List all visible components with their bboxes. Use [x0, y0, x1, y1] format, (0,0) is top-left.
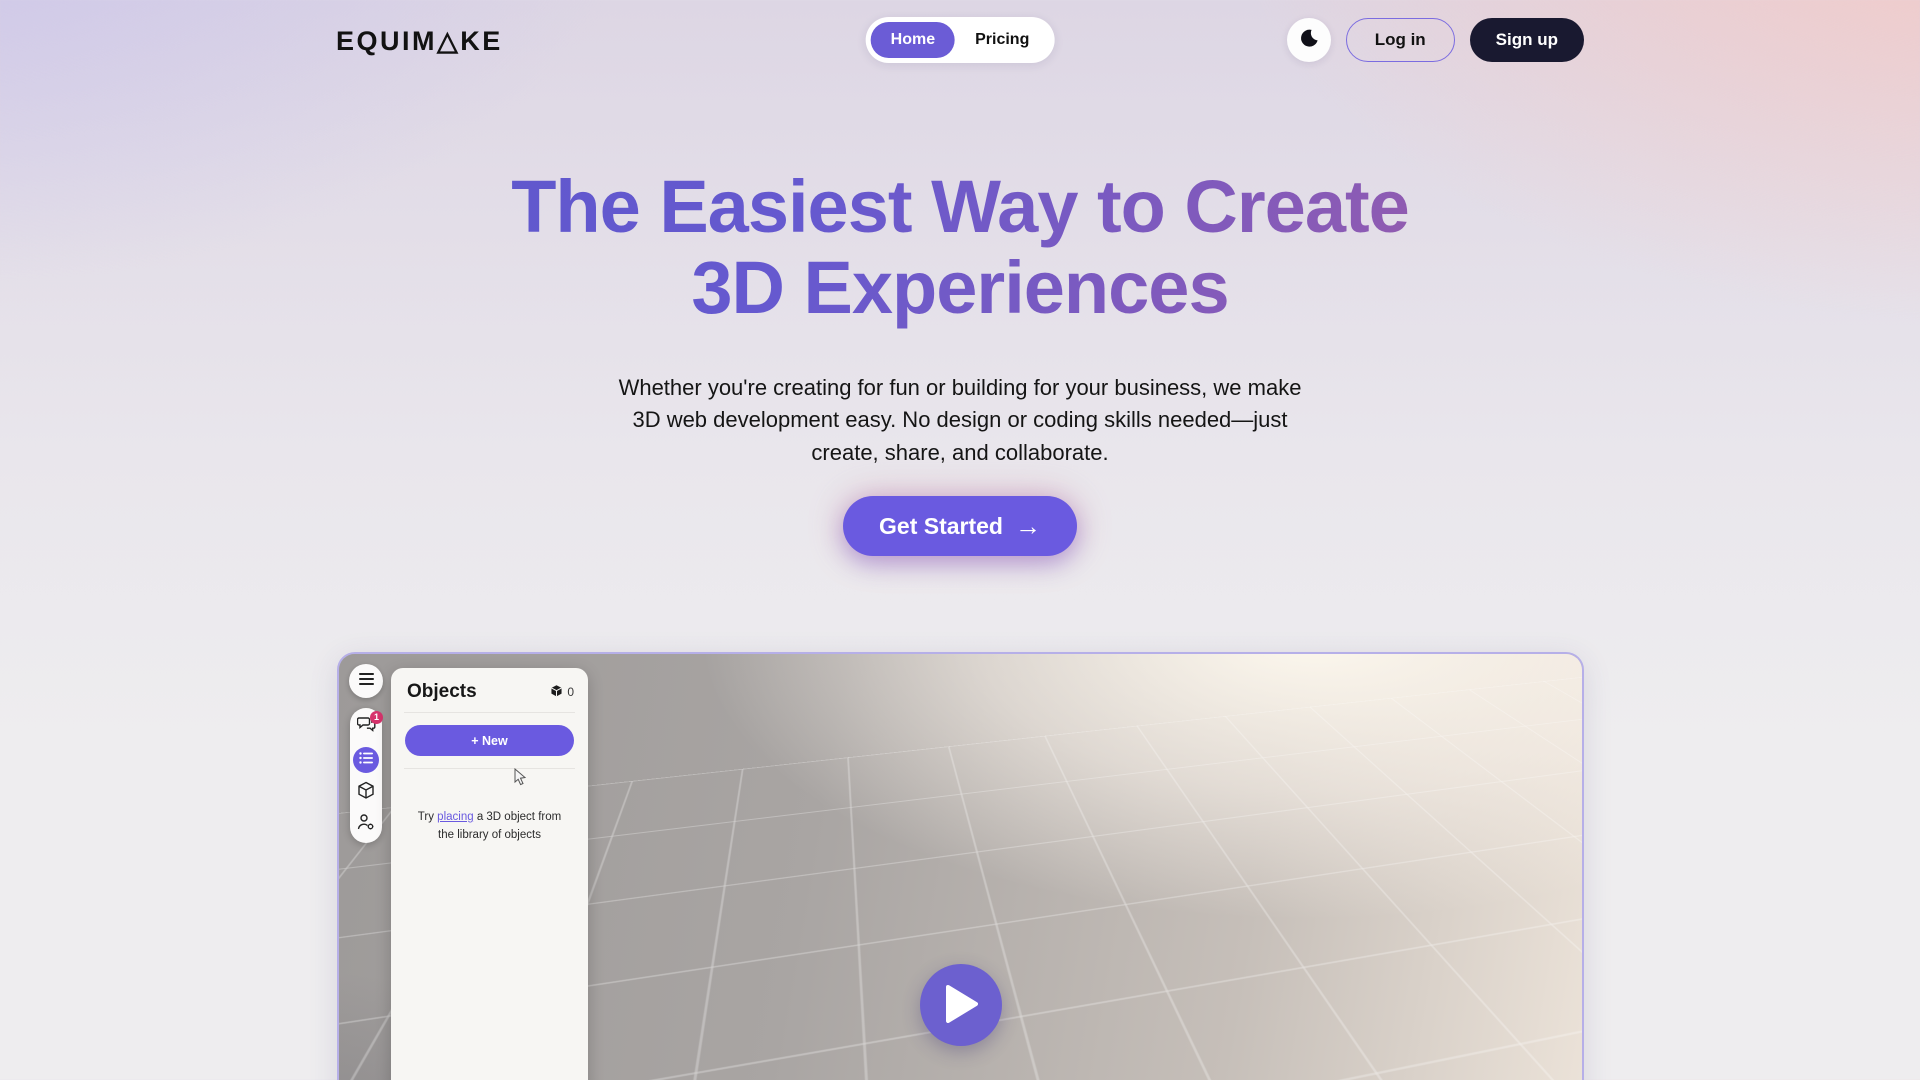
dark-mode-toggle[interactable] — [1287, 18, 1331, 62]
hero-subtitle: Whether you're creating for fun or build… — [0, 372, 1920, 469]
panel-divider — [404, 712, 575, 713]
get-started-label: Get Started — [879, 513, 1003, 540]
nav-item-home[interactable]: Home — [871, 22, 955, 58]
hero-title-line1: The Easiest Way to Create — [0, 166, 1920, 247]
hint-text: Try — [418, 811, 437, 823]
objects-panel-title: Objects — [407, 681, 477, 703]
hero-title-line2: 3D Experiences — [0, 247, 1920, 328]
objects-empty-hint: Try placing a 3D object from the library… — [391, 809, 588, 845]
main-nav: Home Pricing — [866, 17, 1055, 63]
chat-button[interactable]: 1 — [355, 716, 377, 738]
signup-button[interactable]: Sign up — [1470, 18, 1584, 62]
cube-icon — [357, 781, 375, 805]
objects-count: 0 — [550, 684, 574, 701]
hero-subtitle-line2: 3D web development easy. No design or co… — [0, 404, 1920, 436]
app-preview-embed: 1 — [337, 652, 1584, 1080]
placing-link[interactable]: placing — [437, 811, 473, 823]
panel-divider — [404, 768, 575, 769]
hero-title: The Easiest Way to Create 3D Experiences — [0, 166, 1920, 329]
library-button[interactable] — [355, 782, 377, 804]
menu-button[interactable] — [349, 664, 383, 698]
nav-item-pricing[interactable]: Pricing — [955, 22, 1049, 58]
play-button[interactable] — [920, 964, 1002, 1046]
user-gear-icon — [357, 813, 375, 836]
list-icon — [359, 751, 373, 769]
hero-subtitle-line3: create, share, and collaborate. — [0, 437, 1920, 469]
header-actions: Log in Sign up — [1287, 17, 1584, 63]
user-settings-button[interactable] — [355, 813, 377, 835]
play-icon — [944, 985, 978, 1026]
hamburger-menu-icon — [359, 672, 374, 690]
brand-logo[interactable]: EQUIM△KE — [336, 26, 503, 57]
get-started-button[interactable]: Get Started → — [843, 496, 1077, 556]
new-object-button[interactable]: + New — [405, 725, 574, 756]
objects-list-button[interactable] — [353, 747, 379, 773]
objects-panel-header: Objects 0 — [391, 668, 588, 712]
objects-count-value: 0 — [567, 685, 574, 699]
cube-count-icon — [550, 684, 563, 701]
moon-icon — [1298, 27, 1320, 54]
chat-notification-badge: 1 — [370, 711, 383, 724]
login-button[interactable]: Log in — [1346, 18, 1455, 62]
objects-panel: Objects 0 + New Try placing a 3D object … — [391, 668, 588, 1080]
tool-sidebar: 1 — [350, 708, 382, 843]
arrow-right-icon: → — [1015, 513, 1041, 539]
hero-subtitle-line1: Whether you're creating for fun or build… — [0, 372, 1920, 404]
